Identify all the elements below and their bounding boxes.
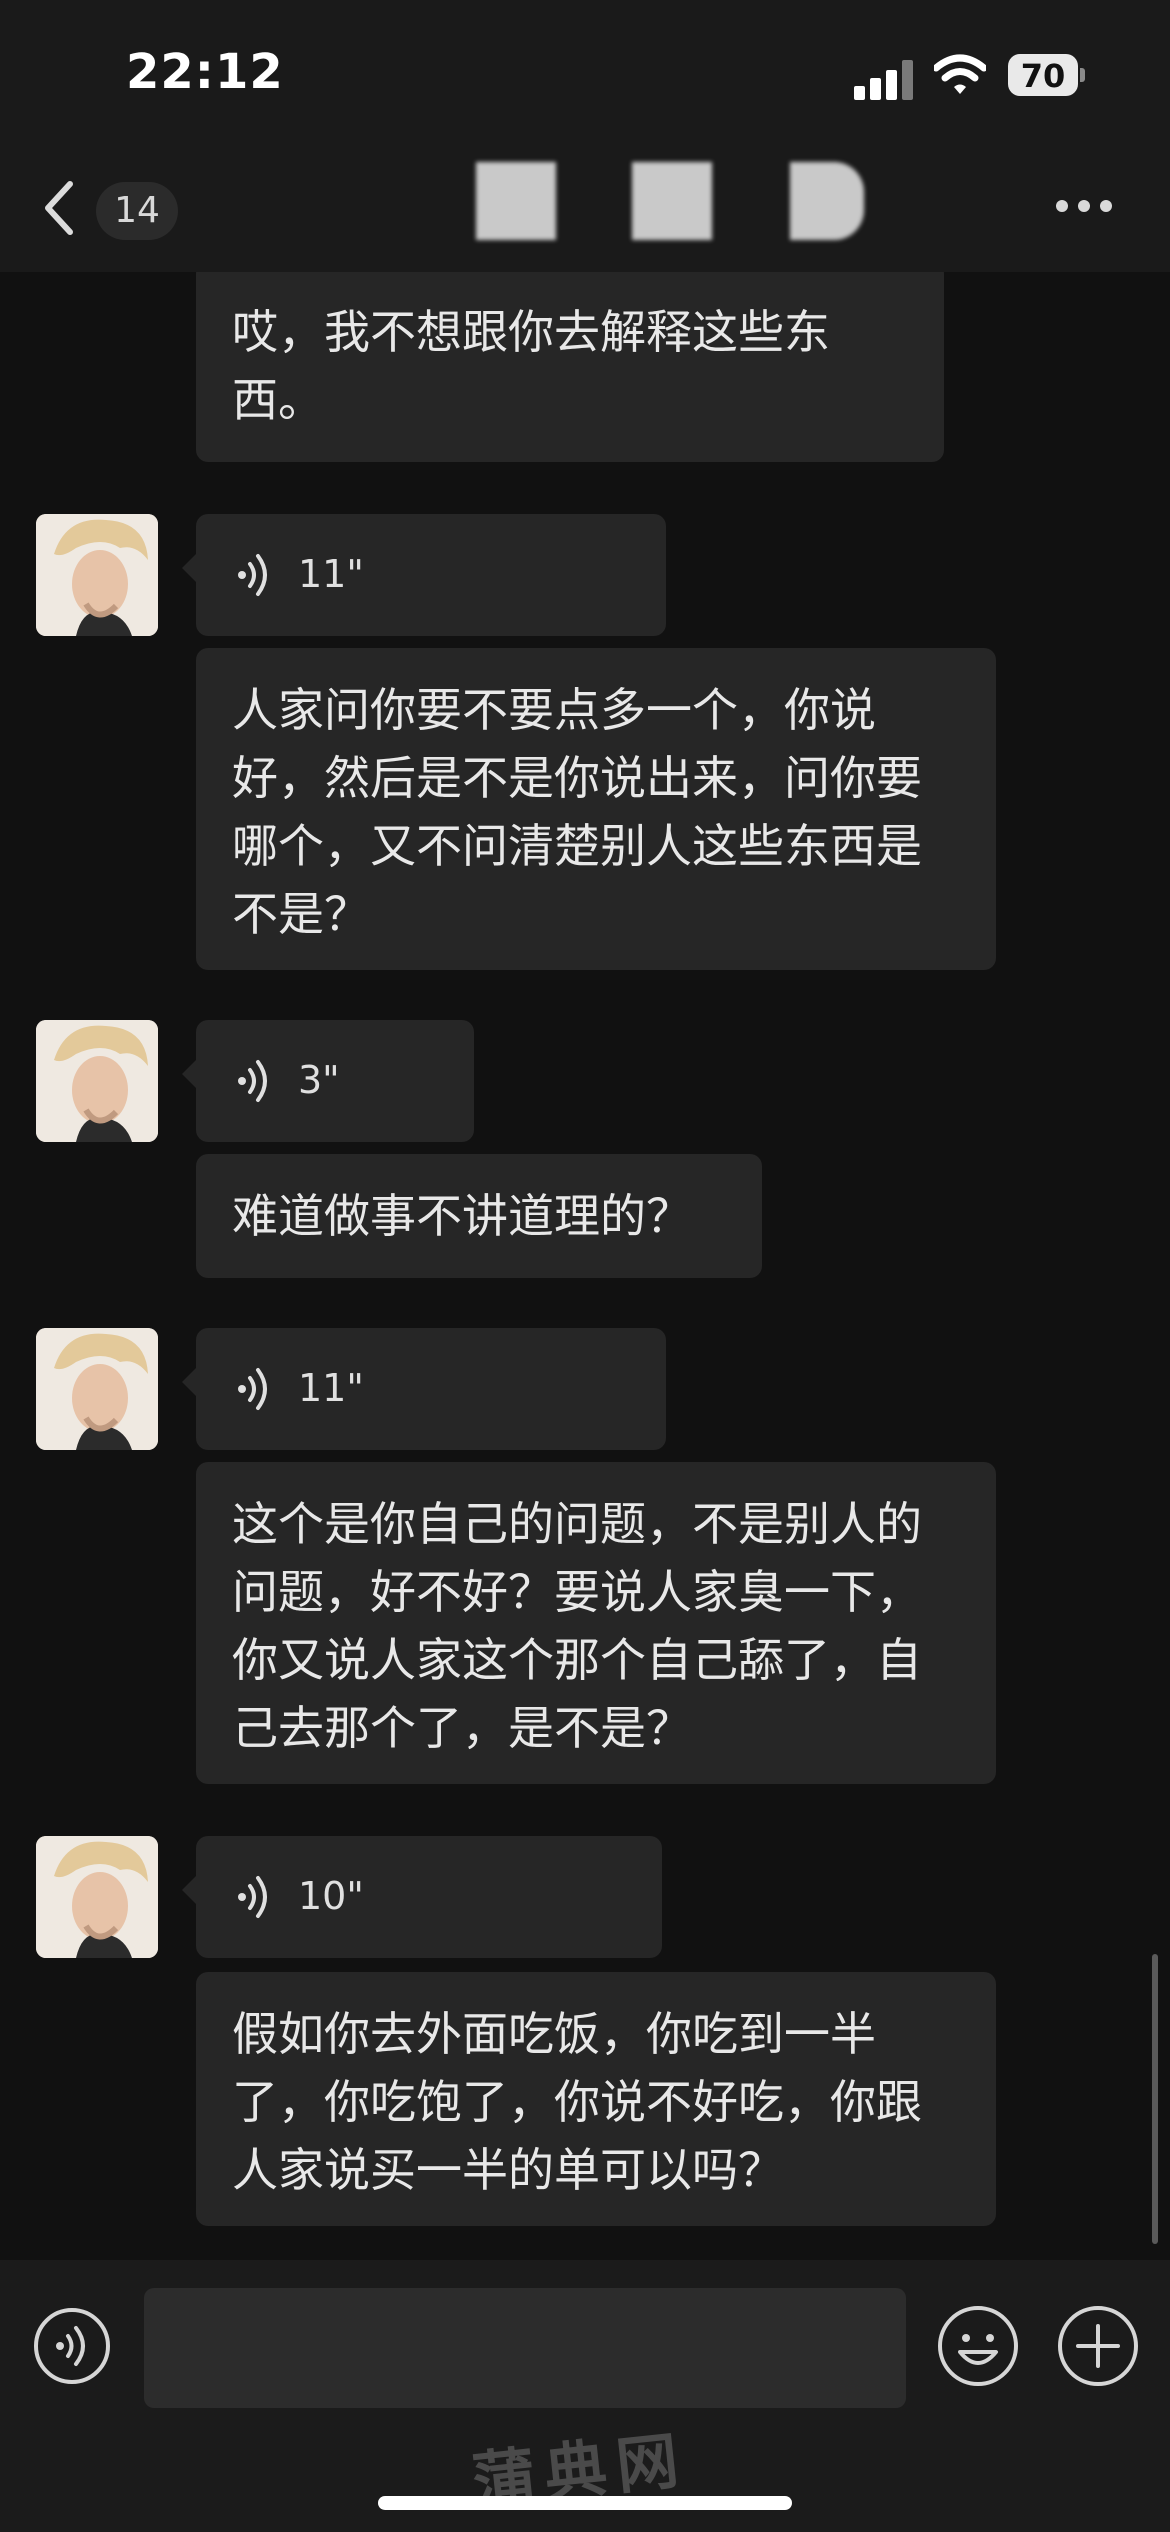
voice-wave-icon <box>238 554 267 596</box>
voice-message-bubble[interactable]: 10" <box>182 1836 662 1958</box>
voice-duration: 11" <box>298 1366 364 1410</box>
input-bar: 蒲典网 <box>0 2260 1170 2532</box>
plus-icon[interactable] <box>1056 2304 1140 2388</box>
avatar[interactable] <box>36 514 158 636</box>
signal-icon <box>854 58 914 100</box>
scrollbar[interactable] <box>1152 1954 1158 2244</box>
battery-level: 70 <box>1020 57 1066 95</box>
message-text-bubble[interactable]: 这个是你自己的问题，不是别人的问题，好不好？要说人家臭一下，你又说人家这个那个自… <box>196 1462 996 1784</box>
voice-wave-icon <box>238 1060 267 1102</box>
voice-duration: 3" <box>298 1058 340 1102</box>
message-text: 这个是你自己的问题，不是别人的问题，好不好？要说人家臭一下，你又说人家这个那个自… <box>232 1497 922 1755</box>
voice-duration: 11" <box>298 552 364 596</box>
wifi-icon <box>934 54 986 94</box>
voice-wave-icon <box>238 1876 267 1918</box>
avatar[interactable] <box>36 1328 158 1450</box>
voice-message-bubble[interactable]: 3" <box>182 1020 474 1142</box>
avatar[interactable] <box>36 1020 158 1142</box>
message-text: 哎，我不想跟你去解释这些东西。 <box>232 305 830 427</box>
message-text: 难道做事不讲道理的？ <box>232 1189 692 1243</box>
home-indicator[interactable] <box>378 2496 792 2510</box>
voice-duration: 10" <box>298 1874 364 1918</box>
message-input[interactable] <box>144 2288 906 2408</box>
message-text-bubble[interactable]: 哎，我不想跟你去解释这些东西。 <box>196 272 944 462</box>
message-list[interactable]: 哎，我不想跟你去解释这些东西。 11" 人家问你要不要点多一个，你说好，然后是不… <box>0 272 1170 2260</box>
status-time: 22:12 <box>126 44 284 100</box>
voice-wave-icon <box>238 1368 267 1410</box>
more-dots-icon[interactable] <box>1056 200 1116 214</box>
contact-name-redacted[interactable] <box>470 162 870 242</box>
emoji-icon[interactable] <box>936 2304 1020 2388</box>
message-text: 人家问你要不要点多一个，你说好，然后是不是你说出来，问你要哪个，又不问清楚别人这… <box>232 683 922 941</box>
message-text: 假如你去外面吃饭，你吃到一半了，你吃饱了，你说不好吃，你跟人家说买一半的单可以吗… <box>232 2007 922 2197</box>
voice-input-icon[interactable] <box>32 2306 112 2386</box>
message-text-bubble[interactable]: 难道做事不讲道理的？ <box>196 1154 762 1278</box>
voice-message-bubble[interactable]: 11" <box>182 514 666 636</box>
chat-header: 14 <box>0 140 1170 273</box>
back-chevron-icon[interactable] <box>40 178 80 238</box>
avatar[interactable] <box>36 1836 158 1958</box>
message-text-bubble[interactable]: 假如你去外面吃饭，你吃到一半了，你吃饱了，你说不好吃，你跟人家说买一半的单可以吗… <box>196 1972 996 2226</box>
message-text-bubble[interactable]: 人家问你要不要点多一个，你说好，然后是不是你说出来，问你要哪个，又不问清楚别人这… <box>196 648 996 970</box>
unread-count-badge[interactable]: 14 <box>96 182 178 240</box>
status-bar: 22:12 70 <box>0 0 1170 140</box>
voice-message-bubble[interactable]: 11" <box>182 1328 666 1450</box>
battery-icon: 70 <box>1008 54 1085 98</box>
